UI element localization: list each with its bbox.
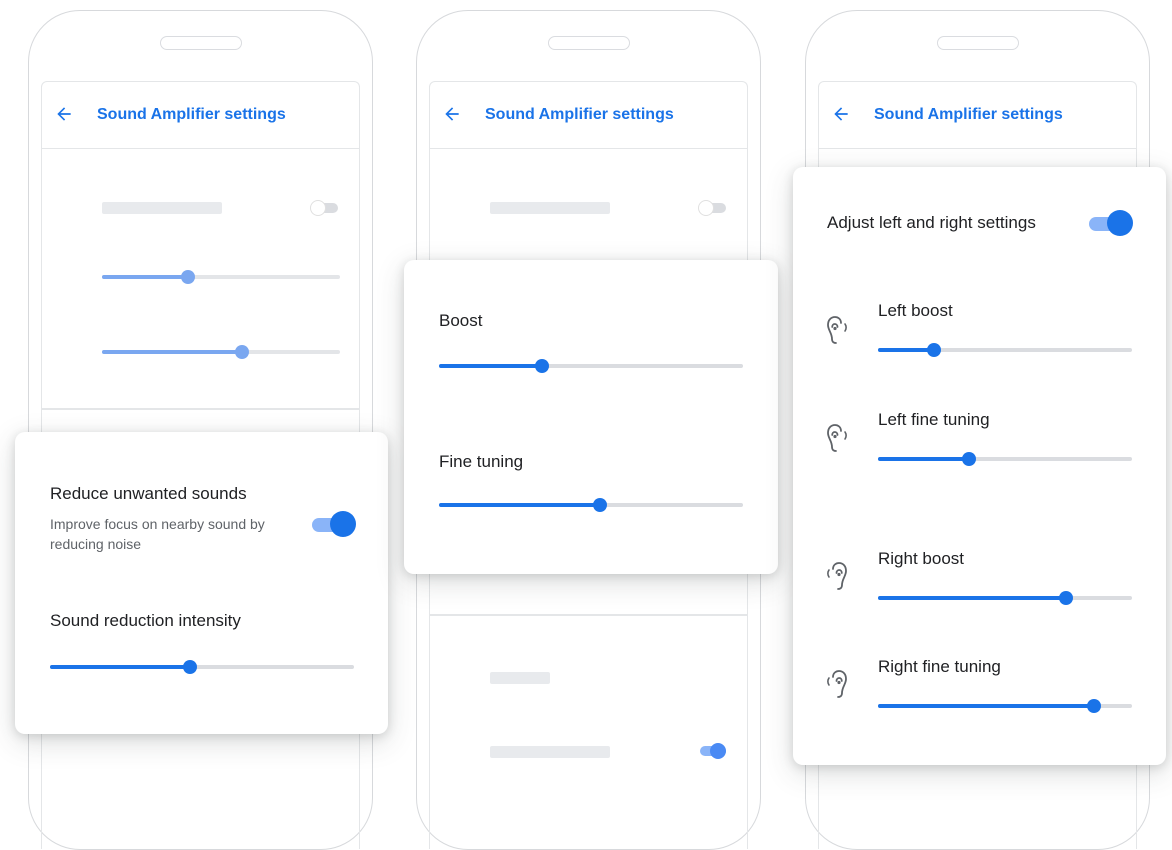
back-arrow-icon[interactable] — [54, 104, 74, 124]
left-boost-slider[interactable] — [878, 341, 1132, 359]
back-arrow-icon[interactable] — [442, 104, 462, 124]
intensity-label: Sound reduction intensity — [50, 611, 241, 630]
left-fine-tuning-slider[interactable] — [878, 450, 1132, 468]
intensity-slider[interactable] — [50, 658, 354, 676]
background-toggle[interactable] — [310, 200, 338, 216]
boost-label: Boost — [439, 311, 483, 330]
background-slider[interactable] — [102, 268, 340, 286]
reduce-sounds-toggle[interactable] — [312, 509, 356, 539]
section-divider — [430, 614, 747, 616]
right-fine-tuning-slider[interactable] — [878, 697, 1132, 715]
left-ear-icon — [827, 424, 847, 452]
boost-card: Boost Fine tuning — [404, 260, 778, 574]
background-toggle[interactable] — [698, 200, 726, 216]
app-bar: Sound Amplifier settings — [819, 82, 1136, 149]
adjust-left-right-toggle[interactable] — [1089, 208, 1133, 238]
placeholder-text — [490, 746, 610, 758]
back-arrow-icon[interactable] — [831, 104, 851, 124]
phone-speaker — [936, 36, 1019, 50]
adjust-left-right-label: Adjust left and right settings — [827, 213, 1036, 232]
slider-label: Right boost — [878, 549, 964, 568]
placeholder-text — [102, 202, 222, 214]
app-bar: Sound Amplifier settings — [42, 82, 359, 149]
fine-tuning-slider[interactable] — [439, 496, 743, 514]
left-ear-icon — [827, 316, 847, 344]
reduce-sounds-description: Improve focus on nearby sound by reducin… — [50, 516, 265, 552]
section-divider — [42, 408, 359, 410]
right-ear-icon — [827, 670, 847, 698]
placeholder-text — [490, 672, 550, 684]
reduce-sounds-title: Reduce unwanted sounds — [50, 484, 247, 503]
slider-label: Right fine tuning — [878, 657, 1001, 676]
boost-slider[interactable] — [439, 357, 743, 375]
phone-speaker — [547, 36, 630, 50]
placeholder-text — [490, 202, 610, 214]
page-title: Sound Amplifier settings — [97, 106, 286, 123]
fine-tuning-label: Fine tuning — [439, 452, 524, 471]
page-title: Sound Amplifier settings — [485, 106, 674, 123]
slider-label: Left fine tuning — [878, 410, 990, 429]
left-right-card: Adjust left and right settings Left boos… — [793, 167, 1166, 765]
noise-reduction-card: Reduce unwanted sounds Improve focus on … — [15, 432, 388, 734]
page-title: Sound Amplifier settings — [874, 106, 1063, 123]
right-boost-slider[interactable] — [878, 589, 1132, 607]
right-ear-icon — [827, 562, 847, 590]
app-bar: Sound Amplifier settings — [430, 82, 747, 149]
background-toggle[interactable] — [698, 743, 726, 759]
slider-label: Left boost — [878, 301, 953, 320]
background-slider[interactable] — [102, 343, 340, 361]
phone-speaker — [159, 36, 242, 50]
